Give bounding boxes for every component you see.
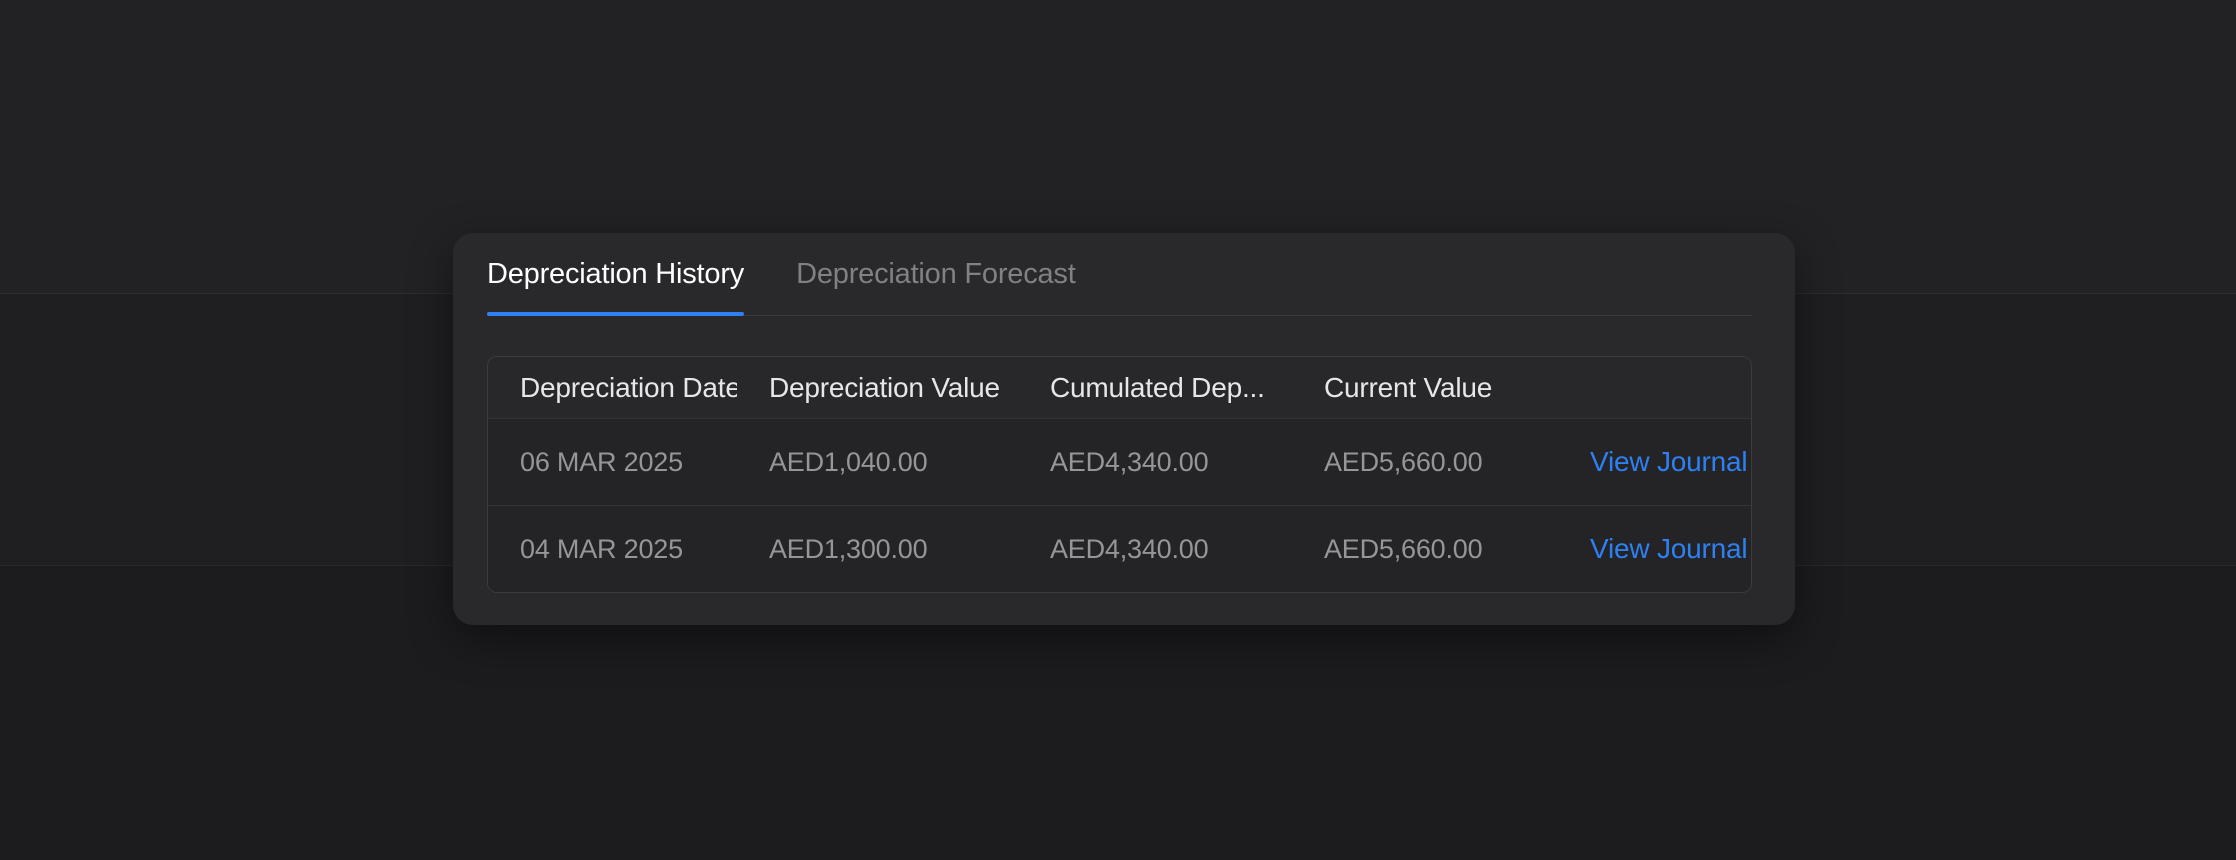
column-header-current-value: Current Value <box>1292 372 1558 404</box>
cell-depreciation-date: 06 MAR 2025 <box>488 447 737 478</box>
page-background: Depreciation History Depreciation Foreca… <box>0 0 2236 860</box>
table-header-row: Depreciation Date Depreciation Value Cum… <box>488 357 1751 418</box>
tab-bar: Depreciation History Depreciation Foreca… <box>487 233 1752 316</box>
view-journal-link[interactable]: View Journal <box>1590 446 1747 477</box>
tab-label: Depreciation Forecast <box>796 258 1076 291</box>
cell-depreciation-value: AED1,040.00 <box>737 447 1018 478</box>
tab-depreciation-forecast[interactable]: Depreciation Forecast <box>796 233 1076 315</box>
column-header-cumulated-depreciation: Cumulated Dep... <box>1018 372 1292 404</box>
view-journal-link[interactable]: View Journal <box>1590 533 1747 564</box>
depreciation-card: Depreciation History Depreciation Foreca… <box>453 233 1795 625</box>
column-header-depreciation-value: Depreciation Value <box>737 372 1018 404</box>
tab-depreciation-history[interactable]: Depreciation History <box>487 233 744 315</box>
depreciation-history-table: Depreciation Date Depreciation Value Cum… <box>487 356 1752 593</box>
column-header-depreciation-date: Depreciation Date <box>488 372 737 404</box>
cell-depreciation-date: 04 MAR 2025 <box>488 534 737 565</box>
table-row: 06 MAR 2025 AED1,040.00 AED4,340.00 AED5… <box>488 418 1751 505</box>
cell-depreciation-value: AED1,300.00 <box>737 534 1018 565</box>
cell-current-value: AED5,660.00 <box>1292 447 1558 478</box>
cell-cumulated-depreciation: AED4,340.00 <box>1018 447 1292 478</box>
table-row: 04 MAR 2025 AED1,300.00 AED4,340.00 AED5… <box>488 505 1751 592</box>
cell-current-value: AED5,660.00 <box>1292 534 1558 565</box>
cell-cumulated-depreciation: AED4,340.00 <box>1018 534 1292 565</box>
tab-label: Depreciation History <box>487 258 744 291</box>
